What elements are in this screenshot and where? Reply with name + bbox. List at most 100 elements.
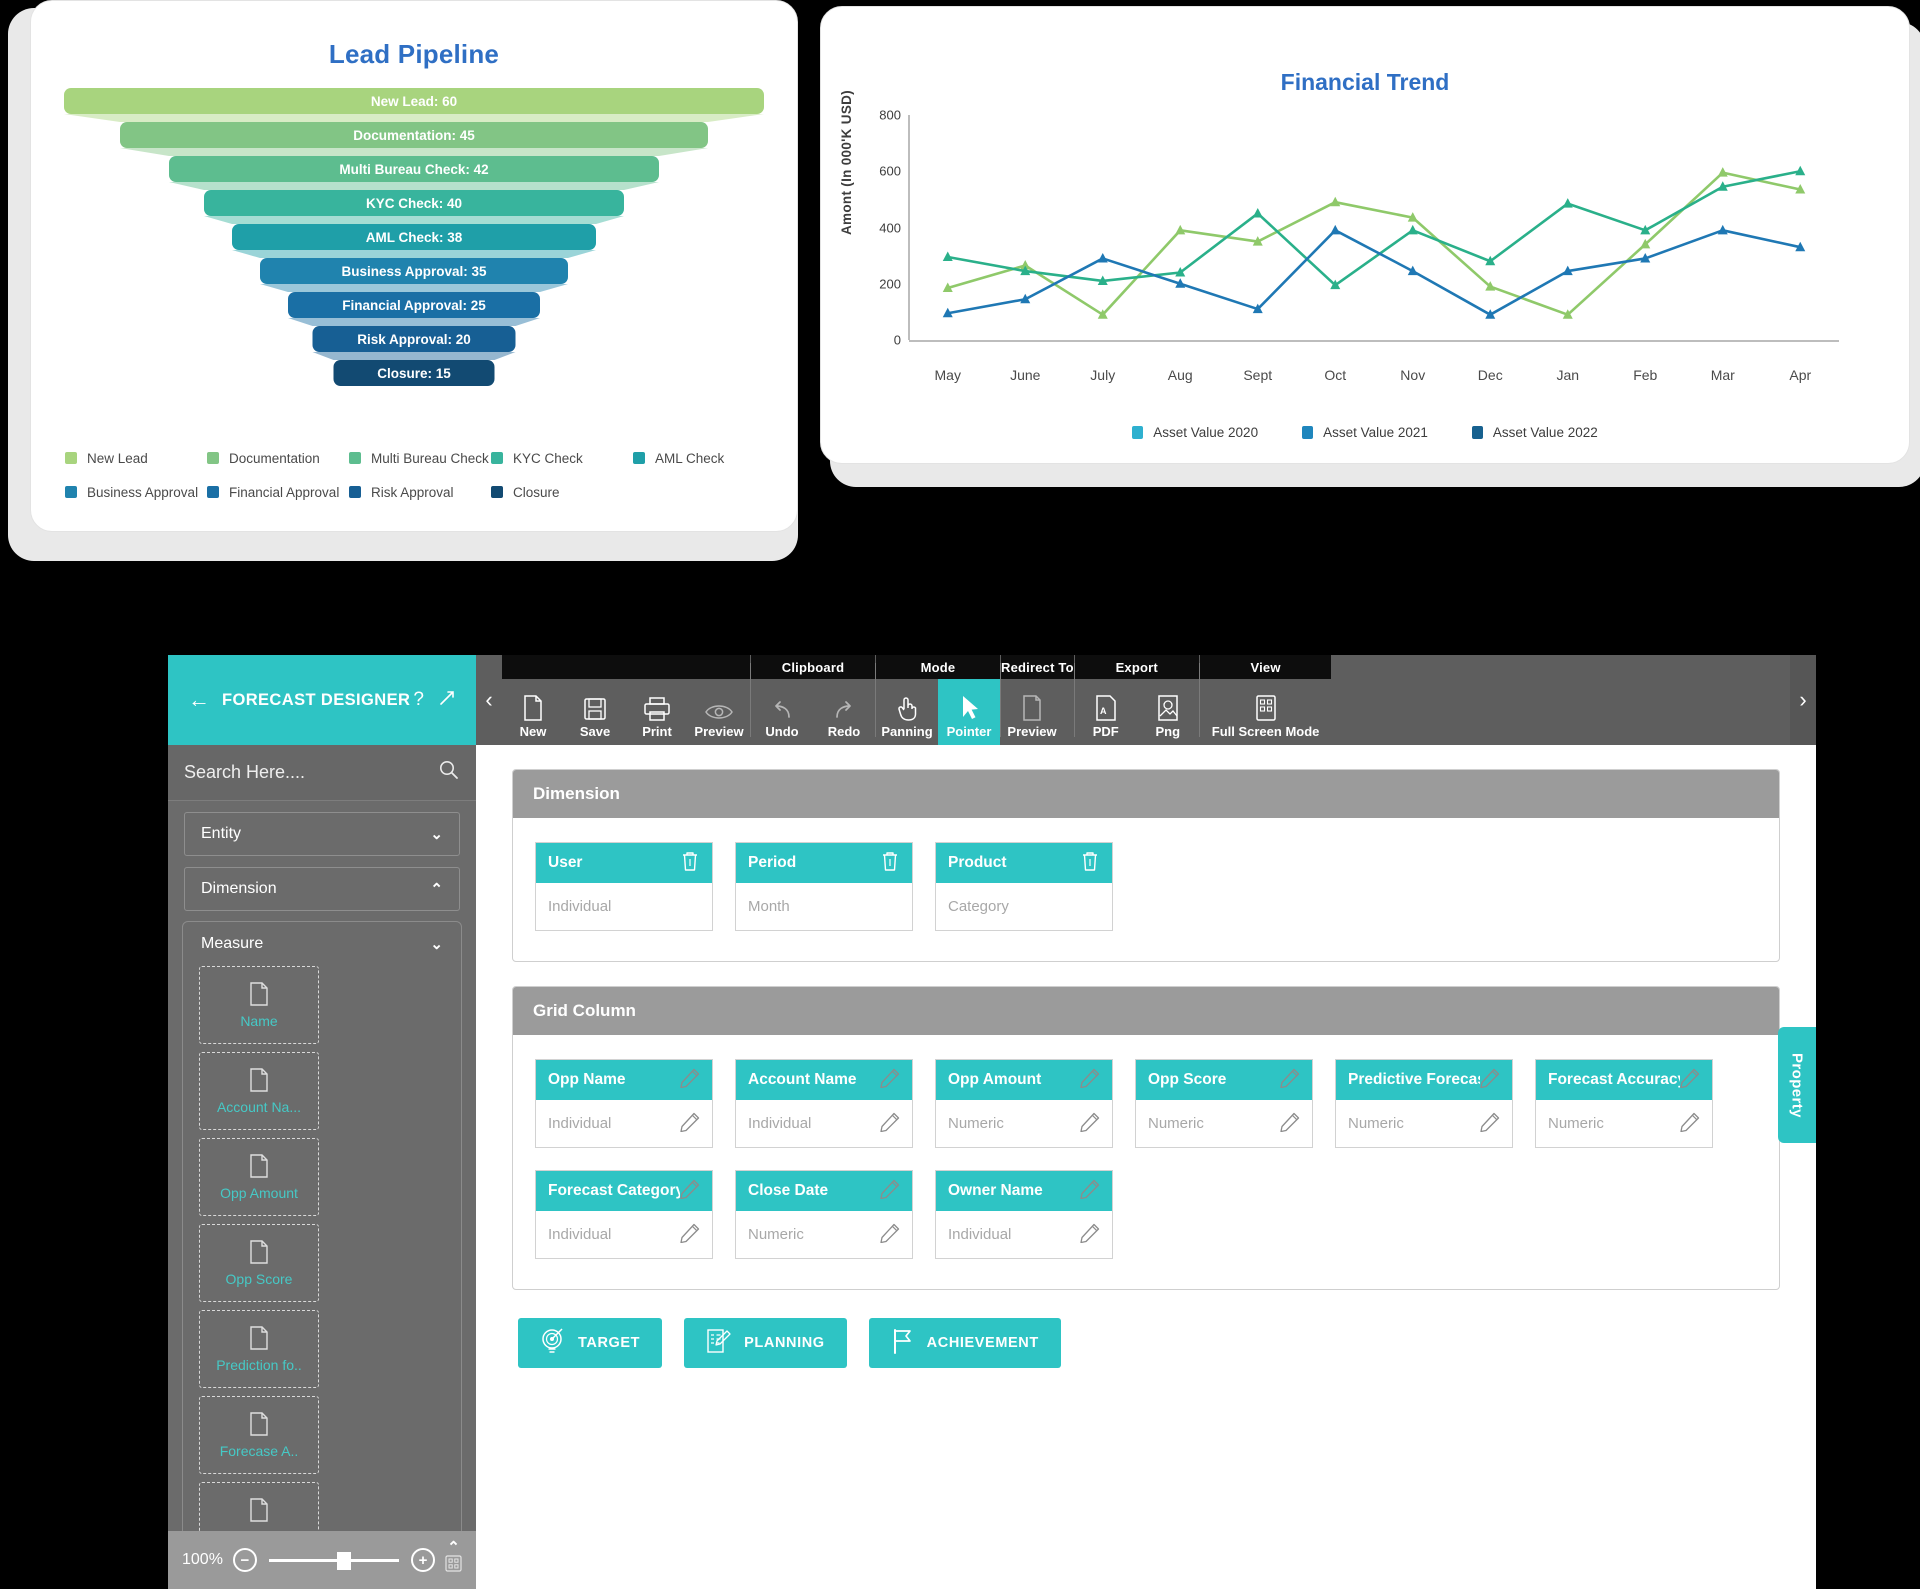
funnel-stage[interactable]: KYC Check: 40 [64,190,764,224]
legend-item[interactable]: Asset Value 2020 [1132,415,1258,449]
arrow-left-icon[interactable]: ← [188,689,210,711]
field-card-title: Account Name [748,1071,857,1088]
document-icon [248,1497,270,1525]
grid-column-card[interactable]: Opp Score Numeric [1135,1059,1313,1148]
legend-item[interactable]: AML Check [633,441,775,475]
measure-field-label: Opp Score [225,1270,293,1287]
measure-field-card[interactable]: Opp Score [199,1224,319,1302]
legend-item[interactable]: Business Approval [65,475,207,509]
ribbon-prev-button[interactable]: ‹ [476,655,502,745]
trash-icon[interactable] [680,850,700,877]
funnel-stage[interactable]: Financial Approval: 25 [64,292,764,326]
funnel-stage[interactable]: Documentation: 45 [64,122,764,156]
measure-field-card[interactable]: Opp Amount [199,1138,319,1216]
legend-item[interactable]: Asset Value 2022 [1471,415,1598,449]
pencil-icon[interactable] [880,1223,900,1247]
trash-icon[interactable] [880,850,900,877]
dimension-card[interactable]: Product Category [935,842,1113,931]
pencil-icon[interactable] [1480,1068,1500,1093]
grid-column-card[interactable]: Forecast Accuracy Numeric [1535,1059,1713,1148]
grid-column-card[interactable]: Close Date Numeric [735,1170,913,1259]
pencil-icon[interactable] [1080,1112,1100,1136]
search-icon[interactable] [438,759,460,786]
pencil-icon[interactable] [880,1068,900,1093]
ribbon-button-png[interactable]: Png [1137,679,1199,745]
pencil-icon[interactable] [680,1223,700,1247]
funnel-stage[interactable]: Business Approval: 35 [64,258,764,292]
pencil-icon[interactable] [880,1179,900,1204]
ribbon-button-redo[interactable]: Redo [813,679,875,745]
pencil-icon[interactable] [1680,1112,1700,1136]
search-input[interactable]: Search Here.... [168,745,476,801]
full-screen-icon [1254,695,1278,721]
pencil-icon[interactable] [680,1179,700,1204]
legend-item[interactable]: Multi Bureau Check [349,441,491,475]
expand-arrows-icon[interactable] [438,689,456,712]
pencil-icon[interactable] [1480,1112,1500,1136]
ribbon-button-preview[interactable]: Preview [688,679,750,745]
trash-icon[interactable] [1080,850,1100,877]
grid-column-card[interactable]: Opp Name Individual [535,1059,713,1148]
zoom-slider-thumb[interactable] [336,1551,351,1570]
ribbon-button-pointer[interactable]: Pointer [938,679,1000,745]
action-button-target[interactable]: TARGET [518,1318,663,1368]
legend-item[interactable]: KYC Check [491,441,633,475]
funnel-stage[interactable]: Multi Bureau Check: 42 [64,156,764,190]
sidebar-item-entity[interactable]: Entity ⌄ [184,812,460,856]
pencil-icon[interactable] [680,1112,700,1136]
grid-column-card[interactable]: Opp Amount Numeric [935,1059,1113,1148]
plus-circle-icon[interactable]: + [411,1548,435,1572]
measure-field-card[interactable]: Name [199,966,319,1044]
funnel-stage[interactable]: Risk Approval: 20 [64,326,764,360]
pencil-icon[interactable] [1080,1223,1100,1247]
measure-field-card[interactable]: Account Na... [199,1052,319,1130]
property-tab[interactable]: Property [1778,1027,1816,1143]
field-card-title: Predictive Forecast [1348,1071,1480,1088]
dimension-card[interactable]: User Individual [535,842,713,931]
grid-column-card[interactable]: Owner Name Individual [935,1170,1113,1259]
ribbon-button-full-screen-mode[interactable]: Full Screen Mode [1200,679,1332,745]
funnel-stage[interactable]: AML Check: 38 [64,224,764,258]
pencil-icon[interactable] [1680,1068,1700,1093]
pencil-icon[interactable] [680,1068,700,1093]
sidebar-item-measure[interactable]: Measure ⌄ [183,922,461,966]
pencil-icon[interactable] [1080,1068,1100,1093]
action-button-planning[interactable]: PLANNING [684,1318,847,1368]
series-line [947,171,1801,316]
legend-item[interactable]: Asset Value 2021 [1302,415,1428,449]
series-marker [942,251,953,262]
ribbon-button-print[interactable]: Print [626,679,688,745]
legend-item[interactable]: New Lead [65,441,207,475]
legend-item[interactable]: Closure [491,475,633,509]
sidebar-item-dimension[interactable]: Dimension ⌃ [184,867,460,911]
pencil-icon[interactable] [1280,1112,1300,1136]
grid-column-card[interactable]: Predictive Forecast Numeric [1335,1059,1513,1148]
ribbon-button-preview[interactable]: Preview [1001,679,1063,745]
pencil-icon[interactable] [1080,1179,1100,1204]
minus-circle-icon[interactable]: − [232,1548,257,1572]
ribbon-button-pdf[interactable]: A PDF [1075,679,1137,745]
ribbon-next-button[interactable]: › [1790,655,1816,745]
legend-swatch-icon [65,452,77,464]
dimension-card[interactable]: Period Month [735,842,913,931]
measure-field-card[interactable]: Forecase A.. [199,1396,319,1474]
ribbon-button-panning[interactable]: Panning [876,679,938,745]
pencil-icon[interactable] [1280,1068,1300,1093]
pencil-icon[interactable] [880,1112,900,1136]
ribbon-button-undo[interactable]: Undo [751,679,813,745]
chevron-up-icon[interactable]: ⌃ [447,1540,460,1555]
grid-column-card[interactable]: Forecast Category Individual [535,1170,713,1259]
funnel-stage[interactable]: New Lead: 60 [64,88,764,122]
measure-field-card[interactable]: Prediction fo.. [199,1310,319,1388]
action-button-achievement[interactable]: ACHIEVEMENT [868,1318,1061,1368]
ribbon-button-save[interactable]: Save [564,679,626,745]
ribbon-button-new[interactable]: New [502,679,564,745]
fit-screen-icon[interactable] [445,1555,462,1577]
question-mark-icon[interactable]: ? [413,689,424,711]
zoom-slider[interactable] [268,1551,399,1570]
legend-item[interactable]: Risk Approval [349,475,491,509]
funnel-stage[interactable]: Closure: 15 [64,360,764,394]
legend-item[interactable]: Documentation [207,441,349,475]
legend-item[interactable]: Financial Approval [207,475,349,509]
grid-column-card[interactable]: Account Name Individual [735,1059,913,1148]
